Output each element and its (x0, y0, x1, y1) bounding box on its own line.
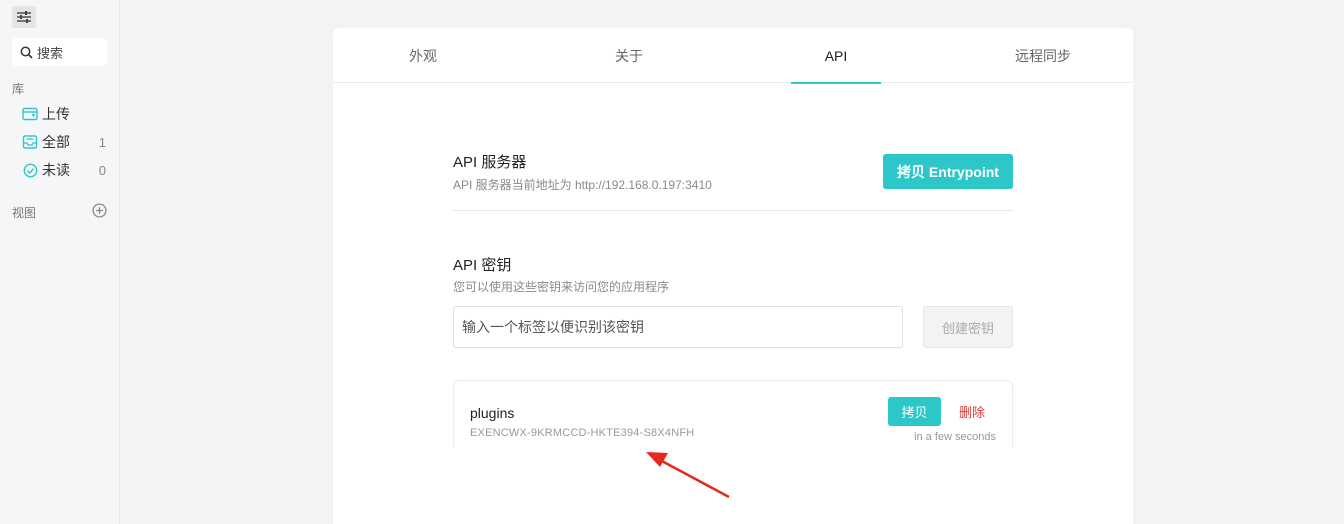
sliders-icon (17, 11, 31, 23)
api-key-label-input[interactable] (453, 306, 903, 348)
sidebar-item-upload[interactable]: 上传 (22, 103, 106, 125)
api-keys-title: API 密钥 (453, 257, 512, 274)
library-section-label: 库 (12, 82, 25, 96)
sidebar-item-count: 1 (98, 134, 106, 150)
sidebar-item-unread[interactable]: 未读 0 (22, 159, 106, 181)
upload-icon (22, 106, 38, 122)
api-key-created-time: in a few seconds (914, 431, 996, 443)
sidebar-item-all[interactable]: 全部 1 (22, 131, 106, 153)
check-circle-icon (22, 162, 38, 178)
tab-remote-sync[interactable]: 远程同步 (963, 28, 1123, 83)
app-window: 搜索 库 上传 全部 1 未读 0 视图 外观 关于 API 远程同步 API … (0, 0, 1344, 524)
sidebar-item-count: 0 (98, 162, 106, 178)
sidebar-item-label: 未读 (42, 162, 70, 178)
tab-about[interactable]: 关于 (549, 28, 709, 83)
settings-tabs: 外观 关于 API 远程同步 (333, 28, 1133, 84)
api-keys-description: 您可以使用这些密钥来访问您的应用程序 (453, 280, 670, 294)
copy-key-button[interactable]: 拷贝 (888, 397, 941, 426)
settings-panel: 外观 关于 API 远程同步 API 服务器 API 服务器当前地址为 http… (333, 28, 1133, 524)
views-section-label: 视图 (12, 206, 37, 220)
api-server-description: API 服务器当前地址为 http://192.168.0.197:3410 (453, 178, 712, 192)
api-server-title: API 服务器 (453, 154, 527, 171)
sidebar-item-label: 上传 (42, 106, 70, 122)
search-icon (20, 46, 33, 59)
section-divider (453, 210, 1013, 211)
copy-entrypoint-button[interactable]: 拷贝 Entrypoint (883, 154, 1013, 189)
sidebar: 搜索 库 上传 全部 1 未读 0 视图 (0, 0, 120, 524)
api-key-name: plugins (470, 405, 515, 421)
add-view-icon[interactable] (91, 202, 107, 218)
sidebar-settings-toggle[interactable] (12, 6, 36, 28)
create-key-button[interactable]: 创建密钥 (923, 306, 1013, 348)
delete-key-button[interactable]: 删除 (951, 397, 993, 426)
search-box[interactable]: 搜索 (12, 38, 107, 66)
search-label: 搜索 (37, 45, 64, 61)
inbox-icon (22, 134, 38, 150)
api-key-card: plugins EXENCWX-9KRMCCD-HKTE394-S8X4NFH … (453, 380, 1013, 448)
tab-api[interactable]: API (756, 28, 916, 84)
sidebar-item-label: 全部 (42, 134, 70, 150)
tab-appearance[interactable]: 外观 (343, 28, 503, 83)
api-key-value: EXENCWX-9KRMCCD-HKTE394-S8X4NFH (470, 427, 695, 439)
